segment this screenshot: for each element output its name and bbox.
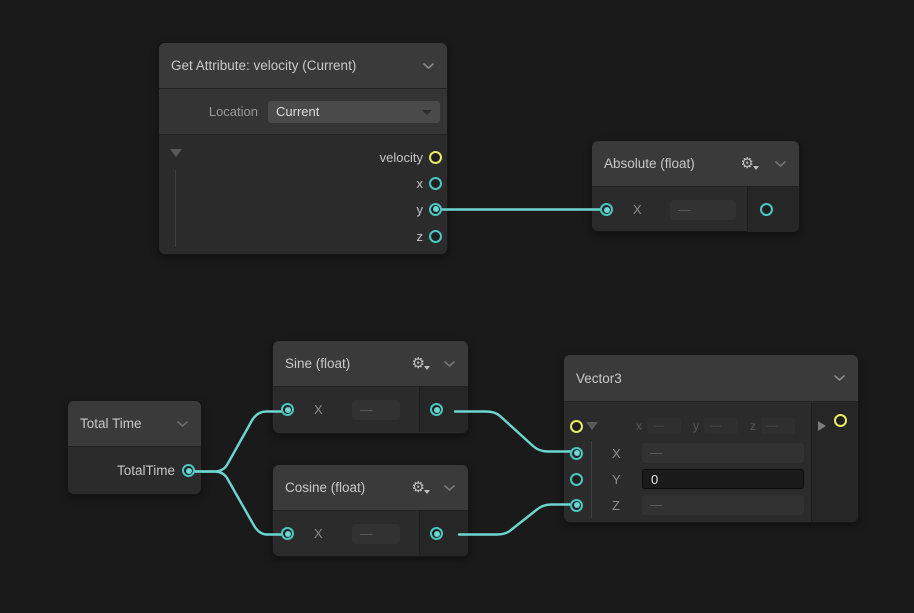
node-header[interactable]: Sine (float) ⚙	[273, 341, 468, 387]
node-vector3[interactable]: Vector3 x — y — z — X — Y 0	[563, 354, 859, 523]
node-cosine[interactable]: Cosine (float) ⚙ X —	[272, 464, 469, 557]
port-input-x[interactable]	[600, 203, 613, 216]
input-label: X	[314, 526, 323, 541]
port-vector3-y[interactable]	[570, 473, 583, 486]
port-label: z	[417, 229, 424, 244]
output-column	[747, 187, 799, 232]
node-title: Get Attribute: velocity (Current)	[171, 58, 414, 73]
port-label: x	[417, 176, 424, 191]
field-z: —	[642, 495, 804, 515]
space-expander-icon[interactable]	[170, 149, 182, 157]
mini-field-z: —	[761, 418, 795, 434]
node-body: X —	[273, 387, 468, 432]
chevron-down-icon[interactable]	[833, 374, 846, 382]
node-title: Absolute (float)	[604, 156, 733, 171]
collapsed-vector-fields: x — y — z —	[636, 418, 795, 434]
output-column	[419, 387, 468, 432]
chevron-down-icon[interactable]	[443, 360, 456, 368]
node-header[interactable]: Absolute (float) ⚙	[592, 141, 799, 187]
node-body: X —	[592, 187, 799, 232]
node-get-attribute[interactable]: Get Attribute: velocity (Current) Locati…	[158, 42, 448, 255]
mini-field-y: —	[704, 418, 738, 434]
edge-cosine-to-vector3-z	[459, 505, 577, 535]
node-header[interactable]: Total Time	[68, 401, 201, 447]
port-input-x[interactable]	[281, 527, 294, 540]
chevron-down-icon[interactable]	[422, 62, 435, 70]
chevron-down-icon[interactable]	[176, 420, 189, 428]
port-z[interactable]	[429, 230, 442, 243]
gear-icon[interactable]: ⚙	[741, 156, 754, 171]
mini-label-x: x	[636, 419, 642, 433]
chevron-down-icon[interactable]	[774, 160, 787, 168]
input-field-x: —	[352, 524, 400, 544]
input-label: X	[633, 202, 642, 217]
port-output[interactable]	[430, 403, 443, 416]
mini-label-z: z	[750, 419, 756, 433]
expander-line	[175, 170, 176, 247]
input-field-x: —	[352, 400, 400, 420]
location-dropdown-value: Current	[276, 104, 319, 119]
row-label: X	[612, 446, 621, 461]
node-header[interactable]: Vector3	[564, 355, 858, 402]
port-y[interactable]	[429, 203, 442, 216]
input-label: X	[314, 402, 323, 417]
node-title: Sine (float)	[285, 356, 404, 371]
port-vector3-z[interactable]	[570, 499, 583, 512]
node-graph-canvas[interactable]: Get Attribute: velocity (Current) Locati…	[0, 0, 914, 613]
mini-field-x: —	[647, 418, 681, 434]
output-row-y: y	[417, 196, 443, 222]
location-dropdown[interactable]: Current	[268, 101, 440, 123]
port-label: TotalTime	[117, 463, 175, 478]
node-title: Total Time	[80, 416, 168, 431]
output-row-velocity: velocity	[380, 144, 442, 170]
gear-icon[interactable]: ⚙	[412, 480, 425, 495]
node-body: X —	[273, 511, 468, 556]
output-row-x: x	[417, 170, 443, 196]
node-title: Cosine (float)	[285, 480, 404, 495]
output-column	[419, 511, 468, 556]
vector-expander-icon[interactable]	[586, 422, 598, 430]
gear-icon[interactable]: ⚙	[412, 356, 425, 371]
row-label: Y	[612, 472, 621, 487]
mini-label-y: y	[693, 419, 699, 433]
node-header[interactable]: Get Attribute: velocity (Current)	[159, 43, 447, 89]
node-sine[interactable]: Sine (float) ⚙ X —	[272, 340, 469, 434]
node-title: Vector3	[576, 371, 825, 386]
chevron-down-icon[interactable]	[443, 484, 456, 492]
port-x[interactable]	[429, 177, 442, 190]
expander-line	[591, 441, 592, 518]
node-body: TotalTime	[68, 447, 201, 494]
location-label: Location	[209, 104, 258, 119]
node-header[interactable]: Cosine (float) ⚙	[273, 465, 468, 511]
port-output[interactable]	[760, 203, 773, 216]
output-column	[811, 403, 858, 522]
input-field-x: —	[670, 200, 736, 220]
settings-row: Location Current	[159, 89, 447, 135]
output-expander-icon[interactable]	[818, 421, 826, 431]
output-row-z: z	[417, 223, 443, 249]
row-label: Z	[612, 498, 620, 513]
port-velocity[interactable]	[429, 151, 442, 164]
port-vector3-x[interactable]	[570, 447, 583, 460]
edge-sine-to-vector3-x	[455, 412, 577, 452]
port-vector3-input[interactable]	[570, 420, 583, 433]
port-label: y	[417, 202, 424, 217]
port-vector3-output[interactable]	[834, 414, 847, 427]
port-totaltime[interactable]	[182, 464, 195, 477]
field-y[interactable]: 0	[642, 469, 804, 489]
field-x: —	[642, 443, 804, 463]
node-absolute[interactable]: Absolute (float) ⚙ X —	[591, 140, 800, 232]
port-input-x[interactable]	[281, 403, 294, 416]
node-total-time[interactable]: Total Time TotalTime	[67, 400, 202, 495]
port-label: velocity	[380, 150, 423, 165]
port-output[interactable]	[430, 527, 443, 540]
